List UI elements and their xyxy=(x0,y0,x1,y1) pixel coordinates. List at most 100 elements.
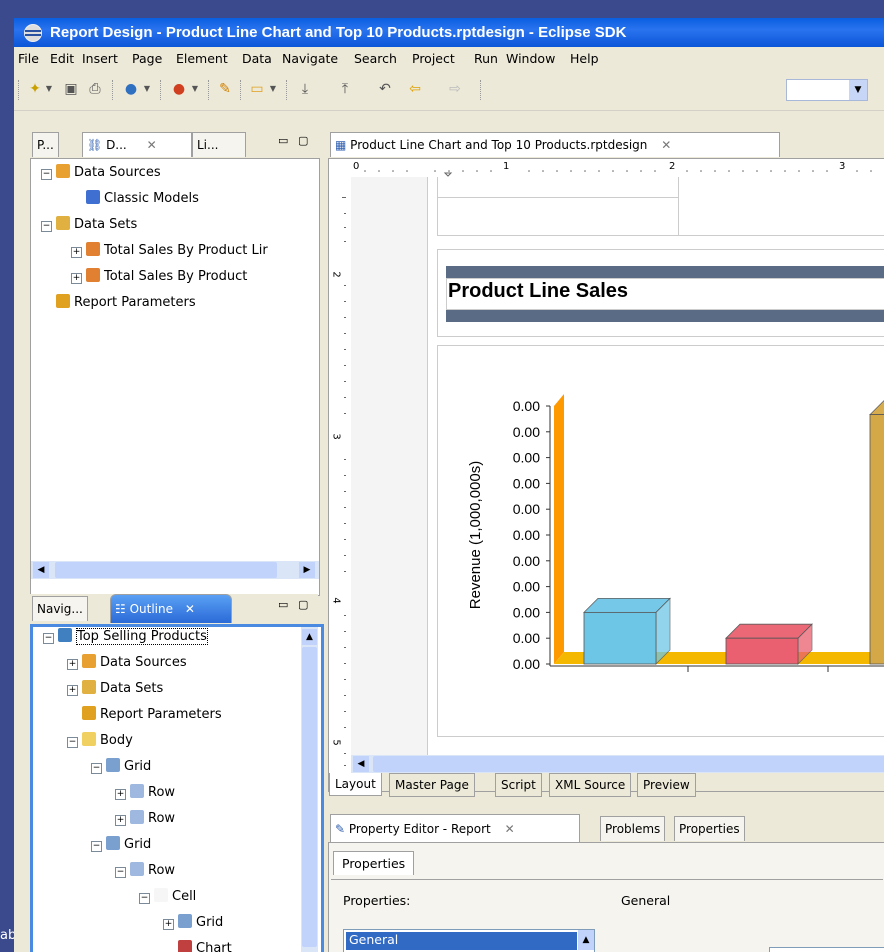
scroll-thumb[interactable] xyxy=(55,562,277,578)
collapse-icon[interactable]: − xyxy=(91,841,102,852)
dropdown-arrow-icon[interactable]: ▼ xyxy=(44,78,54,100)
menu-insert[interactable]: Insert xyxy=(82,51,118,66)
cyan-bar[interactable] xyxy=(583,597,671,665)
tab-properties-sub[interactable]: Properties xyxy=(333,851,415,875)
last-edit-icon[interactable]: ↶ xyxy=(374,78,396,100)
tab-script[interactable]: Script xyxy=(495,773,542,797)
tree-item[interactable]: − Grid xyxy=(91,835,151,855)
close-icon[interactable]: ✕ xyxy=(661,138,671,152)
collapse-icon[interactable]: − xyxy=(115,867,126,878)
tree-item[interactable]: + Row xyxy=(115,783,175,803)
expand-icon[interactable]: + xyxy=(115,789,126,800)
maximize-icon[interactable]: ▢ xyxy=(298,598,308,611)
scroll-thumb[interactable] xyxy=(373,756,884,772)
minimize-icon[interactable]: ▭ xyxy=(278,134,288,147)
collapse-icon[interactable]: − xyxy=(139,893,150,904)
menu-element[interactable]: Element xyxy=(176,51,228,66)
tree-item[interactable]: + Row xyxy=(115,809,175,829)
dropdown-arrow-icon[interactable]: ▼ xyxy=(142,78,152,100)
tree-item[interactable]: − Top Selling Products xyxy=(43,627,208,647)
tab-palette[interactable]: P... xyxy=(32,132,59,157)
expand-icon[interactable]: + xyxy=(163,919,174,930)
expand-icon[interactable]: + xyxy=(67,659,78,670)
title-bar[interactable]: Report Design - Product Line Chart and T… xyxy=(14,18,884,47)
expand-icon[interactable]: + xyxy=(71,247,82,258)
tab-master-page[interactable]: Master Page xyxy=(389,773,475,797)
grid-row-top[interactable] xyxy=(437,177,884,236)
gold-bar[interactable] xyxy=(869,400,884,665)
close-icon[interactable]: ✕ xyxy=(147,138,157,152)
run-icon[interactable]: ● xyxy=(168,78,190,100)
tree-item[interactable]: + Grid xyxy=(163,913,223,933)
maximize-icon[interactable]: ▢ xyxy=(298,134,308,147)
menu-help[interactable]: Help xyxy=(570,51,599,66)
menu-data[interactable]: Data xyxy=(242,51,272,66)
tree-item[interactable]: − Cell xyxy=(139,887,196,907)
tree-item[interactable]: − Row xyxy=(115,861,175,881)
editor-horizontal-scrollbar[interactable]: ◀ xyxy=(351,755,884,773)
next-annotation-icon[interactable]: ⤓ xyxy=(294,78,316,100)
pen-icon[interactable]: ✎ xyxy=(214,78,236,100)
tab-xml-source[interactable]: XML Source xyxy=(549,773,632,797)
tree-item[interactable]: Report Parameters xyxy=(67,705,222,725)
tree-item[interactable]: − Data Sets xyxy=(41,215,137,235)
chevron-down-icon[interactable]: ▼ xyxy=(849,80,867,100)
scroll-thumb[interactable] xyxy=(302,647,317,947)
collapse-icon[interactable]: − xyxy=(41,221,52,232)
tab-data-explorer[interactable]: ⛓ D... ✕ xyxy=(82,132,192,157)
tree-item[interactable]: + Data Sets xyxy=(67,679,163,699)
print-icon[interactable]: ⎙ xyxy=(84,78,106,100)
menu-file[interactable]: File xyxy=(18,51,39,66)
general-field[interactable] xyxy=(769,947,884,952)
tab-problems[interactable]: Problems xyxy=(600,816,666,841)
scroll-left-icon[interactable]: ◀ xyxy=(33,562,49,578)
back-icon[interactable]: ⇦ xyxy=(404,78,426,100)
tab-outline[interactable]: ☷ Outline ✕ xyxy=(110,594,232,623)
menu-search[interactable]: Search xyxy=(354,51,397,66)
dropdown-arrow-icon[interactable]: ▼ xyxy=(268,78,278,100)
tab-report-editor[interactable]: ▦ Product Line Chart and Top 10 Products… xyxy=(330,132,780,157)
prev-annotation-icon[interactable]: ⤒ xyxy=(334,78,356,100)
toolbar-combo[interactable]: ▼ xyxy=(786,79,868,101)
open-folder-icon[interactable]: ▭ xyxy=(246,78,268,100)
scroll-up-icon[interactable]: ▲ xyxy=(578,930,594,950)
new-icon[interactable]: ✦ xyxy=(24,78,46,100)
report-canvas[interactable]: Product Line Sales 0.00 0.00 0.00 0.00 0.00 0… xyxy=(351,177,884,755)
expand-icon[interactable]: + xyxy=(71,273,82,284)
close-icon[interactable]: ✕ xyxy=(505,822,515,836)
product-line-chart[interactable]: 0.00 0.00 0.00 0.00 0.00 0.00 0.00 0.00 0.00 0.00… xyxy=(444,346,884,736)
menu-navigate[interactable]: Navigate xyxy=(282,51,338,66)
save-icon[interactable]: ▣ xyxy=(60,78,82,100)
scroll-right-icon[interactable]: ▶ xyxy=(299,562,315,578)
expand-icon[interactable]: + xyxy=(67,685,78,696)
tab-layout[interactable]: Layout xyxy=(329,773,382,796)
collapse-icon[interactable]: − xyxy=(67,737,78,748)
collapse-icon[interactable]: − xyxy=(43,633,54,644)
tree-item[interactable]: − Data Sources xyxy=(41,163,161,183)
menu-window[interactable]: Window xyxy=(506,51,555,66)
menu-edit[interactable]: Edit xyxy=(50,51,74,66)
tree-item[interactable]: + Total Sales By Product Lir xyxy=(71,241,268,261)
tree-item[interactable]: − Grid xyxy=(91,757,151,777)
tree-item[interactable]: Chart xyxy=(163,939,232,952)
expand-icon[interactable]: + xyxy=(115,815,126,826)
red-bar[interactable] xyxy=(725,623,813,665)
menu-page[interactable]: Page xyxy=(132,51,162,66)
minimize-icon[interactable]: ▭ xyxy=(278,598,288,611)
menu-run[interactable]: Run xyxy=(474,51,498,66)
chart-cell[interactable]: 0.00 0.00 0.00 0.00 0.00 0.00 0.00 0.00 0.00 0.00… xyxy=(437,345,884,737)
tree-item[interactable]: + Total Sales By Product xyxy=(71,267,247,287)
dropdown-arrow-icon[interactable]: ▼ xyxy=(190,78,200,100)
title-grid[interactable]: Product Line Sales xyxy=(437,249,884,337)
tab-properties[interactable]: Properties xyxy=(674,816,745,841)
forward-icon[interactable]: ⇨ xyxy=(444,78,466,100)
collapse-icon[interactable]: − xyxy=(91,763,102,774)
tree-item[interactable]: Report Parameters xyxy=(41,293,196,313)
scroll-left-icon[interactable]: ◀ xyxy=(353,756,369,772)
collapse-icon[interactable]: − xyxy=(41,169,52,180)
tree-item[interactable]: + Data Sources xyxy=(67,653,187,673)
debug-icon[interactable]: ● xyxy=(120,78,142,100)
close-icon[interactable]: ✕ xyxy=(185,602,195,616)
vertical-scrollbar[interactable]: ▲ xyxy=(301,627,318,952)
tab-navigator[interactable]: Navig... xyxy=(32,596,88,621)
